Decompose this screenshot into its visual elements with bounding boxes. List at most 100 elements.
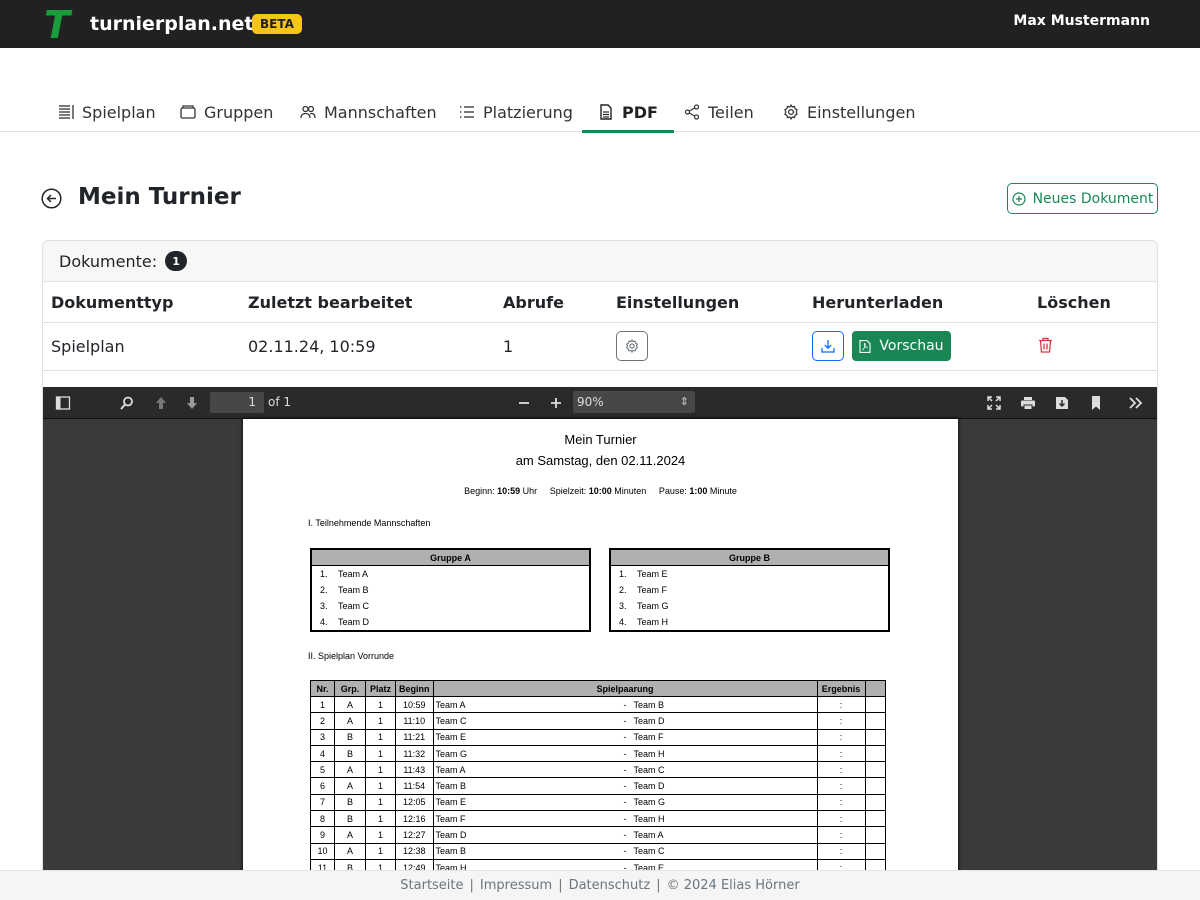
footer-copyright: © 2024 Elias Hörner (666, 878, 800, 893)
schedule-row: 8 B 1 12:16 Team F - Team H: (310, 810, 886, 828)
fullscreen-icon[interactable] (986, 395, 1002, 411)
schedule-row: 4 B 1 11:32 Team G - Team H: (310, 744, 886, 763)
tab-pdf[interactable]: PDF (582, 92, 674, 133)
pdf-subtitle: am Samstag, den 02.11.2024 (515, 453, 686, 468)
schedule-header: Nr. (310, 680, 335, 697)
download-button[interactable] (812, 331, 844, 361)
schedule-row: 9 A 1 12:27 Team D - Team A: (310, 826, 886, 844)
group-box-a: Gruppe A 1. Team A 2. Team B 3. Team C 4. Te… (310, 548, 591, 632)
group-team: 2. Team B (320, 585, 369, 595)
schedule-row: 3 B 1 11:21 Team E - Team F: (310, 728, 886, 746)
footer: Startseite | Impressum | Datenschutz | ©… (0, 870, 1200, 900)
tab-label: Gruppen (204, 102, 274, 122)
bookmark-icon[interactable] (1088, 395, 1104, 411)
schedule-table: Nr. Grp. Platz Beginn Spielpaarung Ergeb… (310, 680, 886, 877)
tab-label: Teilen (708, 102, 754, 122)
beta-badge: BETA (252, 14, 302, 34)
new-document-button[interactable]: Neues Dokument (1007, 183, 1158, 214)
group-team: 3. Team G (619, 601, 669, 611)
file-pdf-icon (859, 339, 871, 353)
tab-mannschaften[interactable]: Mannschaften (300, 92, 437, 132)
footer-link-privacy[interactable]: Datenschutz (569, 878, 651, 893)
group-team: 2. Team F (619, 585, 668, 595)
tools-chevron-icon[interactable] (1128, 395, 1144, 411)
tab-label: PDF (622, 102, 658, 122)
preview-button[interactable]: Vorschau (852, 331, 951, 361)
zoom-in-icon[interactable] (548, 395, 564, 411)
footer-link-home[interactable]: Startseite (400, 878, 463, 893)
tab-gruppen[interactable]: Gruppen (180, 92, 273, 132)
tab-spielplan[interactable]: Spielplan (58, 92, 156, 132)
schedule-row: 5 A 1 11:43 Team A - Team C: (310, 761, 886, 779)
arrow-up-icon[interactable] (153, 395, 169, 411)
col-header-edited: Zuletzt bearbeitet (248, 293, 413, 312)
arrow-down-icon[interactable] (184, 395, 200, 411)
tab-label: Einstellungen (807, 102, 916, 122)
new-document-label: Neues Dokument (1032, 190, 1154, 207)
search-icon[interactable] (119, 395, 135, 411)
schedule-header: Spielpaarung (432, 680, 818, 697)
card-header: Dokumente: 1 (43, 241, 1157, 282)
tab-teilen[interactable]: Teilen (684, 92, 754, 132)
doc-type-cell: Spielplan (51, 337, 125, 356)
logo-icon[interactable]: T (44, 6, 70, 44)
people-icon (300, 105, 316, 119)
group-team: 3. Team C (320, 601, 370, 611)
gear-icon (784, 104, 798, 120)
schedule-row: 1 A 1 10:59 Team A - Team B: (310, 695, 886, 714)
documents-count-badge: 1 (165, 251, 188, 271)
zoom-select[interactable]: 90% (573, 391, 695, 413)
brand-name[interactable]: turnierplan.net (90, 13, 253, 35)
schedule-header: Grp. (334, 680, 366, 697)
pdf-section-schedule: II. Spielplan Vorrunde (308, 651, 395, 661)
doc-edited-cell: 02.11.24, 10:59 (248, 337, 376, 356)
group-box-b: Gruppe B 1. Team E 2. Team F 3. Team G 4. Te… (609, 548, 890, 632)
tab-einstellungen[interactable]: Einstellungen (783, 92, 915, 132)
plus-circle-icon (1011, 191, 1026, 206)
document-settings-button[interactable] (616, 331, 648, 361)
tab-label: Mannschaften (324, 102, 437, 122)
download-icon (821, 340, 835, 353)
schedule-header: Beginn (395, 680, 434, 697)
footer-link-imprint[interactable]: Impressum (480, 878, 552, 893)
save-icon[interactable] (1054, 395, 1070, 411)
pdf-meta: Beginn: 10:59 Uhr Spielzeit: 10:00 Minut… (464, 486, 737, 496)
documents-card: Dokumente: 1 Dokumenttyp Zuletzt bearbei… (42, 240, 1158, 880)
pdf-page: Mein Turnier am Samstag, den 02.11.2024 … (243, 419, 958, 879)
user-menu[interactable]: Max Mustermann (1013, 13, 1150, 29)
file-icon (600, 104, 612, 120)
col-header-delete: Löschen (1037, 293, 1111, 312)
zoom-out-icon[interactable] (516, 395, 532, 411)
page-number-input[interactable]: 1 (210, 392, 264, 413)
print-icon[interactable] (1020, 395, 1036, 411)
group-header: Gruppe A (312, 550, 589, 566)
schedule-row: 6 A 1 11:54 Team B - Team D: (310, 777, 886, 795)
group-team: 1. Team E (619, 569, 668, 579)
col-header-download: Herunterladen (812, 293, 944, 312)
tab-platzierung[interactable]: Platzierung (459, 92, 573, 132)
pdf-title: Mein Turnier (564, 432, 637, 447)
schedule-header: Platz (365, 680, 396, 697)
folder-icon (180, 105, 196, 119)
schedule-row: 7 B 1 12:05 Team E - Team G: (310, 793, 886, 812)
col-header-calls: Abrufe (503, 293, 564, 312)
list-icon (59, 105, 74, 119)
page-title: Mein Turnier (78, 184, 241, 210)
schedule-row: 2 A 1 11:10 Team C - Team D: (310, 712, 886, 730)
pdf-section-teams: I. Teilnehmende Mannschaften (308, 518, 431, 528)
list-ol-icon (460, 106, 474, 118)
schedule-header: Ergebnis (816, 680, 866, 697)
schedule-header-row: Nr. Grp. Platz Beginn Spielpaarung Ergeb… (310, 680, 886, 697)
sidebar-toggle-icon[interactable] (55, 395, 71, 411)
documents-label: Dokumente: (59, 251, 158, 271)
back-arrow-icon[interactable] (41, 188, 62, 209)
page-count: of 1 (268, 395, 292, 409)
tab-bar: Spielplan Gruppen Mannschaften Platzieru… (0, 92, 1200, 133)
group-team: 4. Team H (619, 617, 669, 627)
preview-label: Vorschau (879, 338, 944, 354)
schedule-header (864, 680, 886, 697)
share-icon (684, 104, 700, 120)
tab-label: Platzierung (483, 102, 573, 122)
col-header-settings: Einstellungen (616, 293, 740, 312)
trash-icon[interactable] (1038, 337, 1053, 353)
